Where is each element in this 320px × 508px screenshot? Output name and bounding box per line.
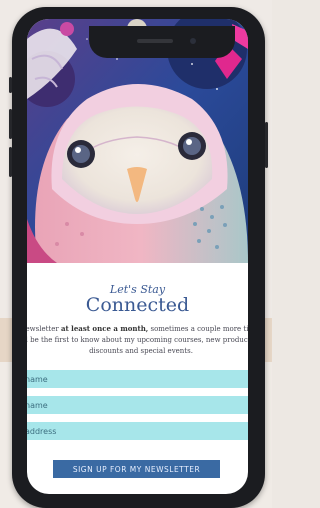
first-name-field[interactable] xyxy=(27,370,248,388)
phone-side-button xyxy=(9,77,12,93)
email-input[interactable] xyxy=(27,426,246,436)
speaker-grille xyxy=(137,39,173,43)
first-name-input[interactable] xyxy=(27,374,246,384)
description-emphasis: at least once a month, xyxy=(60,324,149,333)
phone-notch xyxy=(89,26,235,58)
page-title: Connected xyxy=(85,294,190,316)
description-text: sometimes a couple more times xyxy=(150,325,248,333)
newsletter-description: newsletter at least once a month, someti… xyxy=(27,323,248,357)
last-name-input[interactable] xyxy=(27,400,246,410)
phone-volume-down xyxy=(9,147,12,177)
phone-power-button xyxy=(265,122,268,168)
camera-icon xyxy=(190,38,196,44)
phone-screen: Let's Stay Connected newsletter at least… xyxy=(27,19,248,494)
description-line-1: newsletter at least once a month, someti… xyxy=(27,323,248,335)
phone-volume-up xyxy=(9,109,12,139)
email-field[interactable] xyxy=(27,422,248,440)
description-line-3: discounts and special events. xyxy=(89,347,193,355)
signup-button[interactable]: SIGN UP FOR MY NEWSLETTER xyxy=(53,460,220,478)
last-name-field[interactable] xyxy=(27,396,248,414)
description-text: newsletter xyxy=(27,325,59,333)
description-line-2: l be the first to know about my upcoming… xyxy=(27,336,248,344)
